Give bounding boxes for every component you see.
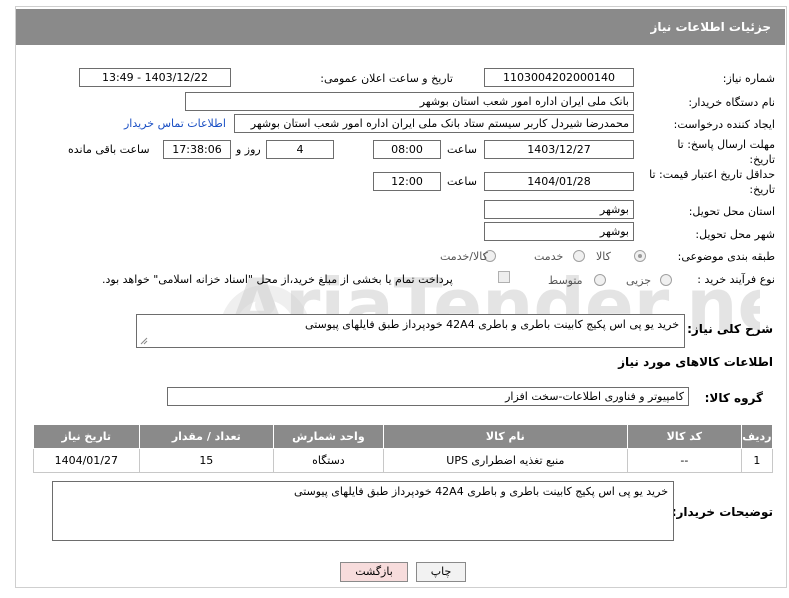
description-field: خرید یو پی اس پکیج کابینت باطری و باطری … xyxy=(136,314,685,348)
delivery-province-label: استان محل تحویل: xyxy=(688,205,775,218)
need-number-label: شماره نیاز: xyxy=(722,72,775,85)
page-title: جزئیات اطلاعات نیاز xyxy=(650,20,771,34)
buyer-notes-field: خرید یو پی اس پکیج کابینت باطری و باطری … xyxy=(52,481,674,541)
description-label: شرح کلی نیاز: xyxy=(687,322,773,336)
price-validity-date: 1404/01/28 xyxy=(484,172,634,191)
buyer-notes-text: خرید یو پی اس پکیج کابینت باطری و باطری … xyxy=(294,485,668,498)
buyer-contact-link[interactable]: اطلاعات تماس خریدار xyxy=(124,117,226,130)
goods-section-title: اطلاعات کالاهای مورد نیاز xyxy=(618,355,773,369)
buyer-org-field: بانک ملی ایران اداره امور شعب استان بوشه… xyxy=(185,92,634,111)
category-radio-goods[interactable] xyxy=(634,250,646,262)
need-number-field: 1103004202000140 xyxy=(484,68,634,87)
col-header-row-no: ردیف xyxy=(740,424,774,449)
resize-grip-icon[interactable] xyxy=(140,337,148,345)
buyer-notes-label: توضیحات خریدار: xyxy=(671,505,773,519)
price-validity-label: حداقل تاریخ اعتبار قیمت: تا تاریخ: xyxy=(649,168,775,196)
reply-deadline-label: مهلت ارسال پاسخ: تا تاریخ: xyxy=(677,138,775,166)
buyer-org-label: نام دستگاه خریدار: xyxy=(688,96,775,109)
col-header-qty: تعداد / مقدار xyxy=(138,424,275,449)
category-option-service: خدمت xyxy=(534,250,564,263)
delivery-province-field: بوشهر xyxy=(484,200,634,219)
cell-unit: دستگاه xyxy=(273,448,384,473)
reply-deadline-time-label: ساعت xyxy=(447,143,477,156)
cell-qty: 15 xyxy=(138,448,275,473)
cell-code: -- xyxy=(626,448,742,473)
col-header-unit: واحد شمارش xyxy=(273,424,384,449)
announce-datetime-field: 1403/12/22 - 13:49 xyxy=(79,68,231,87)
reply-deadline-time: 08:00 xyxy=(373,140,441,159)
remaining-days: 4 xyxy=(266,140,334,159)
category-label: طبقه بندی موضوعی: xyxy=(677,250,775,263)
remaining-time: 17:38:06 xyxy=(163,140,231,159)
purchase-process-label: نوع فرآیند خرید : xyxy=(697,273,775,286)
goods-group-label: گروه کالا: xyxy=(704,391,763,405)
table-header-row: ردیف کد کالا نام کالا واحد شمارش تعداد /… xyxy=(33,424,774,449)
delivery-city-label: شهر محل تحویل: xyxy=(695,228,775,241)
col-header-name: نام کالا xyxy=(382,424,628,449)
process-radio-minor[interactable] xyxy=(660,274,672,286)
requester-label: ایجاد کننده درخواست: xyxy=(673,118,775,131)
table-row: 1 -- منبع تغذیه اضطراری UPS دستگاه 15 14… xyxy=(33,448,774,473)
treasury-payment-note: پرداخت تمام یا بخشی از مبلغ خرید،از محل … xyxy=(102,273,453,286)
announce-datetime-label: تاریخ و ساعت اعلان عمومی: xyxy=(320,72,453,85)
col-header-code: کد کالا xyxy=(626,424,742,449)
process-option-minor: جزیی xyxy=(626,274,652,287)
category-option-goods: کالا xyxy=(596,250,611,263)
description-text: خرید یو پی اس پکیج کابینت باطری و باطری … xyxy=(305,318,679,331)
requester-field: محمدرضا شیردل کاربر سیستم ستاد بانک ملی … xyxy=(234,114,634,133)
price-validity-time: 12:00 xyxy=(373,172,441,191)
treasury-payment-checkbox[interactable] xyxy=(498,271,510,283)
process-radio-medium[interactable] xyxy=(594,274,606,286)
process-option-medium: متوسط xyxy=(548,274,583,287)
panel-header: جزئیات اطلاعات نیاز xyxy=(16,9,785,45)
price-validity-time-label: ساعت xyxy=(447,175,477,188)
cell-need-date: 1404/01/27 xyxy=(33,448,140,473)
print-button[interactable]: چاپ xyxy=(416,562,466,582)
items-table: ردیف کد کالا نام کالا واحد شمارش تعداد /… xyxy=(33,424,774,473)
delivery-city-field: بوشهر xyxy=(484,222,634,241)
reply-deadline-date: 1403/12/27 xyxy=(484,140,634,159)
remaining-days-label: روز و xyxy=(236,143,261,156)
col-header-need-date: تاریخ نیاز xyxy=(33,424,140,449)
remaining-time-label: ساعت باقی مانده xyxy=(68,143,150,156)
category-radio-service[interactable] xyxy=(573,250,585,262)
cell-name: منبع تغذیه اضطراری UPS xyxy=(382,448,628,473)
goods-group-field: کامپیوتر و فناوری اطلاعات-سخت افزار xyxy=(167,387,689,406)
back-button[interactable]: بازگشت xyxy=(340,562,408,582)
category-option-goods-service: کالا/خدمت xyxy=(440,250,488,263)
cell-row-no: 1 xyxy=(740,448,774,473)
